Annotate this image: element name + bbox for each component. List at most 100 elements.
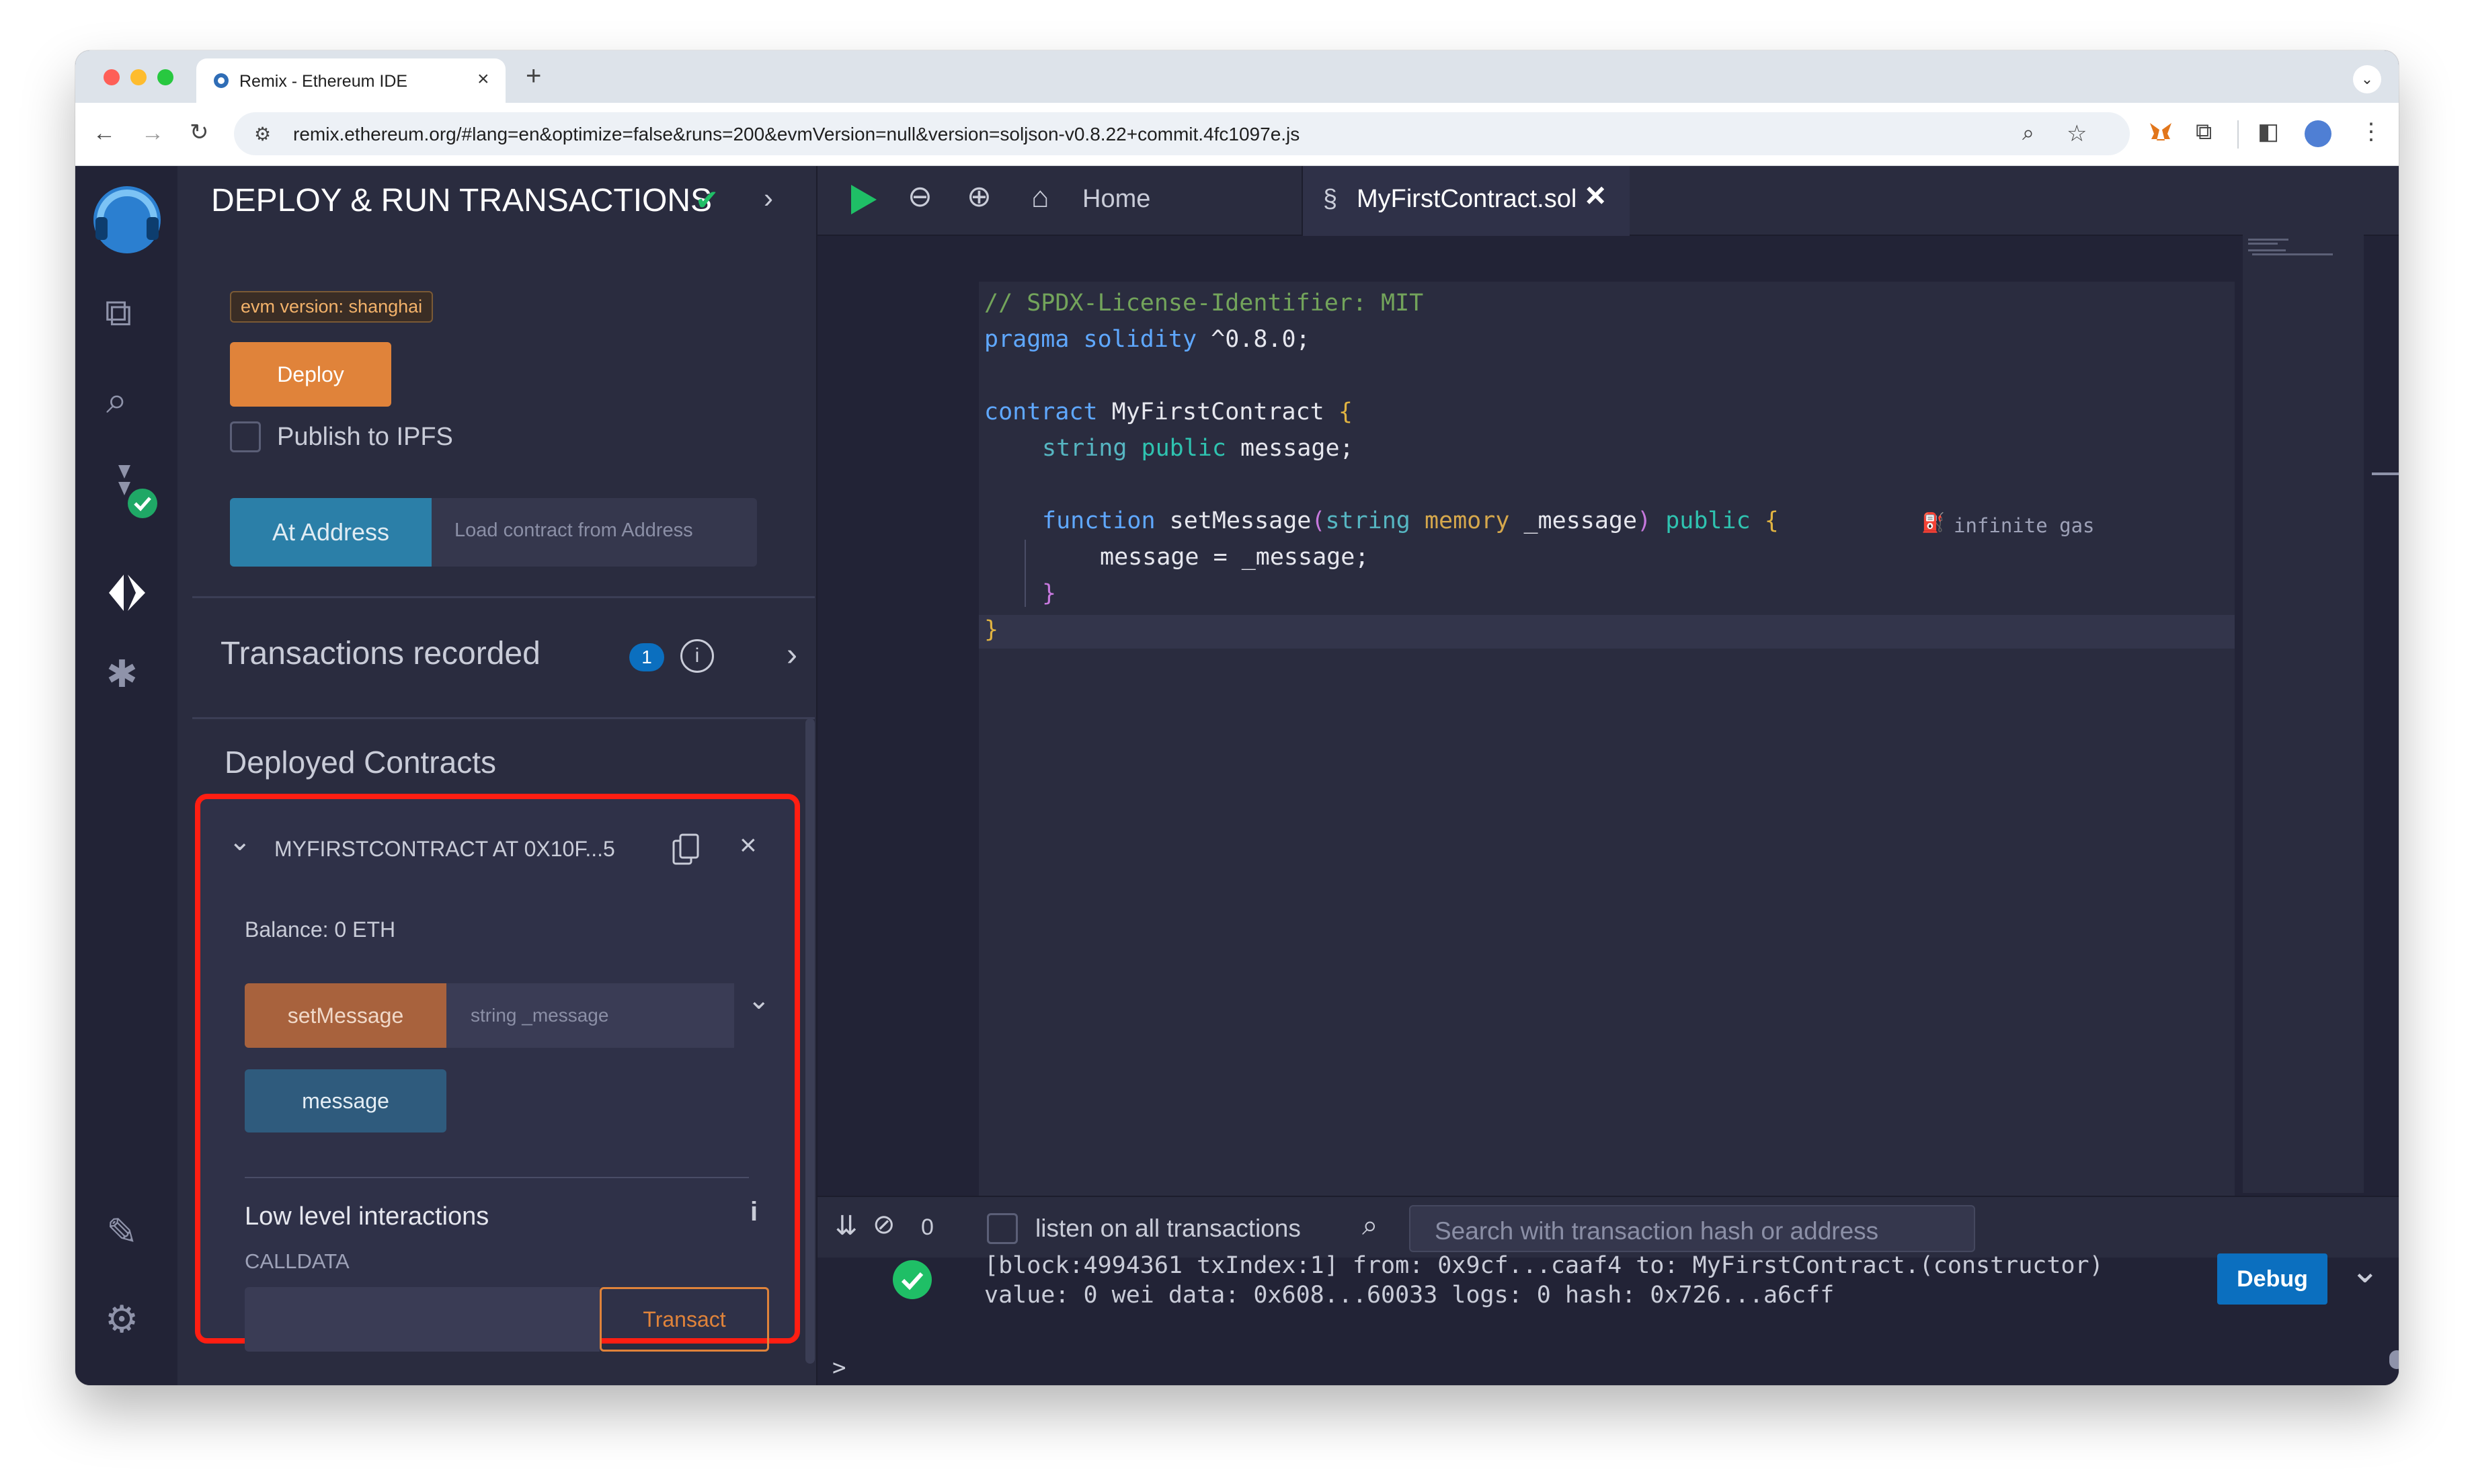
debug-button-label: Debug [2237,1266,2308,1292]
set-message-expand-chevron-icon[interactable]: ⌄ [748,985,770,1016]
code-line-10: } [984,616,998,643]
message-call-button[interactable]: message [245,1069,446,1132]
panel-collapse-chevron-icon[interactable]: › [764,182,773,214]
code-paren: ) [1637,507,1652,534]
at-address-button[interactable]: At Address [230,498,432,567]
code-text: message = _message; [1100,544,1369,571]
terminal-search-input[interactable]: Search with transaction hash or address [1409,1205,1975,1252]
deploy-button-label: Deploy [277,362,344,386]
contract-name[interactable]: MYFIRSTCONTRACT AT 0X10F...5 [274,837,624,862]
forward-arrow-icon[interactable]: → [141,122,164,145]
deploy-button[interactable]: Deploy [230,342,391,407]
publish-ipfs-checkbox[interactable] [230,421,261,452]
code-text: _message [1509,507,1638,534]
code-brace: } [1042,580,1057,607]
extensions-puzzle-icon[interactable]: ⧉ [2196,120,2212,143]
set-message-input[interactable]: string _message [446,983,734,1048]
minimap-line [2252,253,2333,255]
close-window-button[interactable] [104,69,120,85]
file-explorer-icon[interactable]: ⧉ [105,294,132,331]
terminal-scrollbar-thumb[interactable] [2389,1350,2399,1369]
plugin-manager-icon[interactable]: ✎ [106,1213,138,1251]
deploy-run-icon[interactable] [104,569,151,616]
browser-window: Remix - Ethereum IDE × + ⌄ ← → ↻ ⚙ remix… [75,50,2399,1385]
transact-button[interactable]: Transact [600,1287,769,1352]
tx-success-check-icon [891,1259,933,1301]
terminal-output: [block:4994361 txIndex:1] from: 0x9cf...… [817,1251,2399,1385]
debugger-bug-icon[interactable]: ✱ [106,655,138,693]
editor-tab-bar: ⊖ ⊕ ⌂ Home § MyFirstContract.sol × [817,166,2399,236]
tab-file-label: MyFirstContract.sol [1357,185,1577,213]
code-paren: ( [1311,507,1326,534]
code-line-2: pragma solidity ^0.8.0; [984,326,1310,353]
calldata-label: CALLDATA [245,1249,350,1273]
remix-logo-icon[interactable] [83,178,171,259]
set-message-placeholder: string _message [471,1005,609,1026]
deploy-run-panel: DEPLOY & RUN TRANSACTIONS ✔ › evm versio… [177,166,839,1385]
code-line-5: string public message; [1042,435,1354,462]
address-bar[interactable]: ⚙ remix.ethereum.org/#lang=en&optimize=f… [234,112,2130,155]
indent-guide [1025,540,1026,607]
contract-balance: Balance: 0 ETH [245,917,396,942]
tab-search-icon[interactable]: ⌄ [2353,65,2381,93]
transactions-expand-chevron-icon[interactable]: › [787,636,797,673]
new-tab-button[interactable]: + [526,61,541,91]
site-settings-icon[interactable]: ⚙ [254,123,271,145]
copy-address-icon[interactable] [671,833,701,866]
metamask-extension-icon[interactable] [2147,119,2174,146]
browser-tab-remix[interactable]: Remix - Ethereum IDE × [196,58,506,103]
contract-collapse-chevron-icon[interactable]: ⌄ [229,826,251,857]
side-panel-icon[interactable]: ◧ [2258,120,2279,143]
remove-contract-close-icon[interactable]: × [740,829,757,862]
side-panel-scrollbar[interactable] [805,718,815,1364]
solidity-compiler-icon[interactable] [105,462,159,522]
tab-my-first-contract[interactable]: § MyFirstContract.sol × [1303,166,1630,236]
minimize-window-button[interactable] [130,69,147,85]
zoom-in-icon[interactable]: ⊕ [967,179,992,214]
pending-tx-count: 0 [921,1214,934,1240]
set-message-button[interactable]: setMessage [245,983,446,1048]
calldata-input[interactable] [245,1287,600,1352]
url-text: remix.ethereum.org/#lang=en&optimize=fal… [293,124,1300,145]
clear-console-icon[interactable]: ⊘ [873,1209,895,1240]
toolbar-divider [2237,120,2239,149]
close-file-tab-icon[interactable]: × [1585,175,1605,216]
debug-button[interactable]: Debug [2217,1253,2327,1305]
editor-scroll-marker [2372,472,2399,475]
zoom-window-button[interactable] [157,69,173,85]
code-visibility: public [1651,507,1751,534]
run-script-play-icon[interactable] [847,182,879,217]
publish-ipfs-label: Publish to IPFS [277,423,453,451]
at-address-label: At Address [272,518,390,546]
close-tab-icon[interactable]: × [477,68,489,91]
code-line-4: contract MyFirstContract { [984,399,1353,425]
tab-home[interactable]: Home [1082,185,1150,214]
compiled-check-icon: ✔ [695,184,719,216]
zoom-out-icon[interactable]: ⊖ [908,179,932,214]
listen-all-checkbox[interactable] [987,1213,1018,1244]
reload-icon[interactable]: ↻ [190,121,209,144]
low-level-info-icon[interactable]: i [750,1197,758,1227]
menu-kebab-icon[interactable]: ⋮ [2360,120,2383,143]
back-arrow-icon[interactable]: ← [93,122,116,145]
tx-expand-chevron-icon[interactable]: ⌄ [2350,1251,2380,1291]
zoom-icon[interactable]: ⌕ [2022,120,2034,146]
profile-avatar[interactable] [2305,120,2331,147]
code-brace: { [1338,399,1353,425]
code-text: setMessage [1155,507,1312,534]
collapse-terminal-icon[interactable]: ⇊ [835,1210,858,1241]
info-icon[interactable]: i [680,639,714,673]
load-address-input[interactable]: Load contract from Address [432,498,757,567]
search-icon[interactable]: ⌕ [106,381,127,419]
settings-gear-icon[interactable]: ⚙ [105,1301,138,1338]
code-type: string [1325,507,1410,534]
evm-version-badge: evm version: shanghai [230,291,434,323]
bookmark-star-icon[interactable]: ☆ [2067,120,2087,147]
code-keyword: function [1042,507,1156,534]
code-line-9: } [1042,580,1056,607]
code-visibility: public [1127,435,1226,462]
home-icon: ⌂ [1031,181,1049,214]
code-line-8: message = _message; [1100,544,1369,571]
code-minimap[interactable] [2243,233,2364,1193]
terminal-prompt[interactable]: > [832,1354,846,1381]
